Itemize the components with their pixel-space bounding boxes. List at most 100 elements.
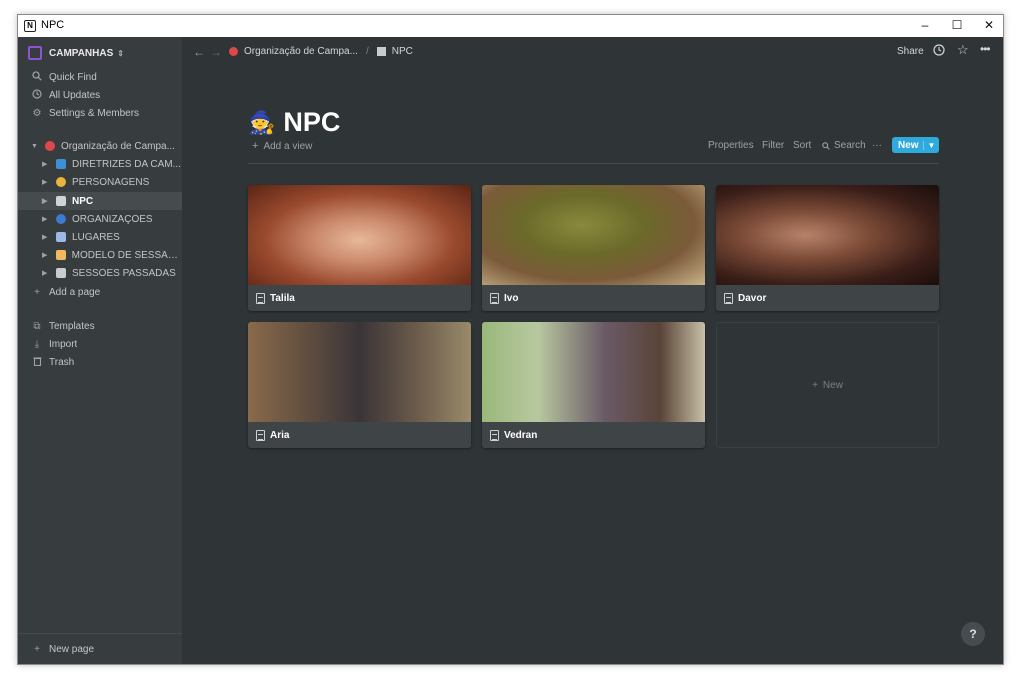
add-view-label: Add a view xyxy=(263,140,313,152)
search-button[interactable]: Search xyxy=(822,140,866,151)
back-arrow-icon[interactable]: ← xyxy=(193,45,205,59)
card-cover-image xyxy=(248,322,471,422)
new-card-label: New xyxy=(822,379,843,391)
sidebar-item-label: SESSÕES PASSADAS xyxy=(72,267,176,279)
sidebar-trash[interactable]: Trash xyxy=(18,353,182,371)
workspace-logo-icon xyxy=(28,46,42,60)
new-button-label: New xyxy=(898,139,919,151)
breadcrumb: Organização de Campa... / NPC xyxy=(229,46,413,57)
window-title: NPC xyxy=(41,19,65,31)
wizard-icon[interactable]: 🧙 xyxy=(248,110,275,136)
card-cover-image xyxy=(716,185,939,285)
page-title[interactable]: 🧙 NPC xyxy=(248,107,340,138)
sidebar-all-updates[interactable]: All Updates xyxy=(18,86,182,104)
sidebar-item-label: Templates xyxy=(49,320,95,332)
wizard-page-icon xyxy=(376,47,386,56)
sort-button[interactable]: Sort xyxy=(793,140,811,151)
sidebar-item-label: Trash xyxy=(49,356,75,368)
sidebar-item-label: Add a page xyxy=(49,286,101,298)
globe-page-icon xyxy=(56,214,66,224)
sidebar-page-diretrizes[interactable]: ▶ DIRETRIZES DA CAM... xyxy=(18,155,182,173)
sidebar-item-label: ORGANIZAÇÕES xyxy=(72,213,153,225)
sidebar-import[interactable]: ⤓ Import xyxy=(18,335,182,353)
properties-button[interactable]: Properties xyxy=(708,140,754,151)
plus-icon: + xyxy=(34,643,40,655)
add-view-button[interactable]: + Add a view xyxy=(252,140,312,152)
sidebar-item-label: PERSONAGENS xyxy=(72,176,150,188)
sidebar: CAMPANHAS ⇕ Quick Find All Updates ⚙ Set… xyxy=(18,37,182,664)
filter-button[interactable]: Filter xyxy=(762,140,784,151)
card-caption: Aria xyxy=(248,422,471,448)
templates-icon: ⧉ xyxy=(33,320,41,332)
gallery-card-aria[interactable]: Aria xyxy=(248,322,471,448)
sidebar-item-label: Organização de Campa... xyxy=(61,140,175,152)
breadcrumb-item[interactable]: NPC xyxy=(392,46,413,57)
new-page-label: New page xyxy=(49,643,95,655)
sidebar-item-label: LUGARES xyxy=(72,231,120,243)
sidebar-page-organizacoes[interactable]: ▶ ORGANIZAÇÕES xyxy=(18,210,182,228)
triangle-right-icon[interactable]: ▶ xyxy=(42,269,50,277)
sidebar-item-label: DIRETRIZES DA CAM... xyxy=(72,158,181,170)
triangle-right-icon[interactable]: ▶ xyxy=(42,197,50,205)
sidebar-page-modelo-sessao[interactable]: ▶ MODELO DE SESSÃO ... xyxy=(18,246,182,264)
triangle-right-icon[interactable]: ▶ xyxy=(42,215,50,223)
sidebar-item-label: Settings & Members xyxy=(49,107,140,119)
card-title: Vedran xyxy=(504,429,538,441)
chevron-updown-icon: ⇕ xyxy=(117,48,124,58)
plus-icon: + xyxy=(252,140,259,152)
card-title: Aria xyxy=(270,429,290,441)
new-page-button[interactable]: + New page xyxy=(18,640,182,658)
search-label: Search xyxy=(834,140,866,151)
sidebar-page-sessoes-passadas[interactable]: ▶ SESSÕES PASSADAS xyxy=(18,264,182,282)
triangle-right-icon[interactable]: ▶ xyxy=(42,178,50,186)
triangle-right-icon[interactable]: ▶ xyxy=(42,160,50,168)
document-icon xyxy=(490,292,499,304)
triangle-down-icon[interactable]: ▼ xyxy=(31,143,39,150)
forward-arrow-icon[interactable]: → xyxy=(210,45,222,59)
notepad-page-icon xyxy=(55,250,66,260)
clock-icon[interactable] xyxy=(933,44,945,59)
card-caption: Vedran xyxy=(482,422,705,448)
help-button[interactable]: ? xyxy=(961,622,985,646)
breadcrumb-item[interactable]: Organização de Campa... xyxy=(244,46,358,57)
sidebar-page-personagens[interactable]: ▶ PERSONAGENS xyxy=(18,173,182,191)
sidebar-item-label: Import xyxy=(49,338,78,350)
card-cover-image xyxy=(248,185,471,285)
search-icon xyxy=(822,141,830,150)
page-icon xyxy=(229,47,238,56)
page-icon xyxy=(45,141,55,151)
triangle-right-icon[interactable]: ▶ xyxy=(42,251,50,259)
page-icon xyxy=(56,268,66,278)
close-button[interactable]: ✕ xyxy=(973,15,1003,37)
sidebar-templates[interactable]: ⧉ Templates xyxy=(18,317,182,335)
more-icon[interactable]: ••• xyxy=(980,42,991,56)
sidebar-page-organizacao[interactable]: ▼ Organização de Campa... xyxy=(18,137,182,155)
sidebar-settings-members[interactable]: ⚙ Settings & Members xyxy=(18,104,182,122)
share-button[interactable]: Share xyxy=(897,46,924,57)
gallery-card-vedran[interactable]: Vedran xyxy=(482,322,705,448)
page-icon xyxy=(56,159,66,169)
clock-icon xyxy=(31,88,43,102)
sidebar-add-page[interactable]: + Add a page xyxy=(18,283,182,301)
new-card-button[interactable]: + New xyxy=(716,322,939,448)
page-title-text[interactable]: NPC xyxy=(283,107,340,138)
sidebar-page-npc[interactable]: ▶ NPC xyxy=(18,192,182,210)
sidebar-page-lugares[interactable]: ▶ LUGARES xyxy=(18,228,182,246)
main-content: 🧙 NPC + Add a view Properties Filter Sor… xyxy=(182,67,1003,664)
card-cover-image xyxy=(482,322,705,422)
gallery-card-talila[interactable]: Talila xyxy=(248,185,471,311)
breadcrumb-separator: / xyxy=(365,46,369,57)
sidebar-item-label: All Updates xyxy=(49,89,101,101)
more-options-button[interactable]: ··· xyxy=(872,140,882,151)
chevron-down-icon[interactable]: ▼ xyxy=(923,140,939,150)
workspace-switcher[interactable]: CAMPANHAS ⇕ xyxy=(28,45,124,61)
minimize-button[interactable]: – xyxy=(909,15,941,37)
card-cover-image xyxy=(482,185,705,285)
triangle-right-icon[interactable]: ▶ xyxy=(42,233,50,241)
maximize-button[interactable]: ☐ xyxy=(941,15,973,37)
new-button[interactable]: New ▼ xyxy=(892,137,939,153)
gallery-card-davor[interactable]: Davor xyxy=(716,185,939,311)
gallery-card-ivo[interactable]: Ivo xyxy=(482,185,705,311)
star-icon[interactable]: ☆ xyxy=(957,42,969,58)
sidebar-quick-find[interactable]: Quick Find xyxy=(18,68,182,86)
